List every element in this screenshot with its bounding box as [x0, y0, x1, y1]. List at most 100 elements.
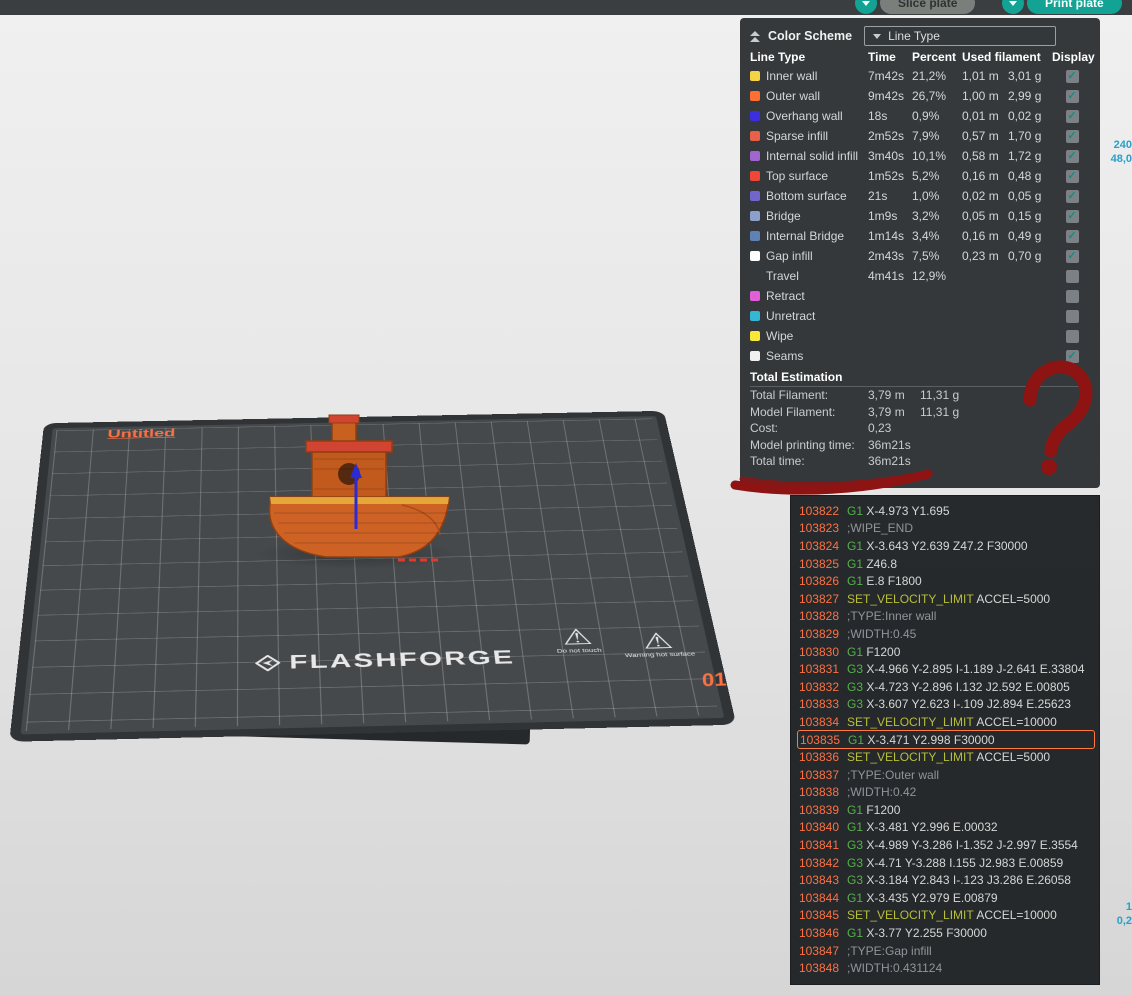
slice-plate-button[interactable]: Slice plate — [880, 0, 975, 14]
line-type-swatch — [750, 231, 760, 241]
gcode-line[interactable]: 103848;WIDTH:0.431124 — [797, 959, 1097, 977]
gcode-line-number: 103833 — [797, 697, 839, 711]
gcode-line[interactable]: 103824G1 X-3.643 Y2.639 Z47.2 F30000 — [797, 537, 1097, 555]
print-plate-button[interactable]: Print plate — [1027, 0, 1122, 14]
gcode-args: X-3.643 Y2.639 Z47.2 F30000 — [863, 539, 1028, 553]
display-checkbox[interactable]: ✓ — [1066, 110, 1079, 123]
legend-row: Bridge1m9s3,2%0,05 m0,15 g✓ — [750, 206, 1092, 226]
line-type-time: 2m43s — [868, 249, 912, 263]
gcode-line[interactable]: 103847;TYPE:Gap infill — [797, 942, 1097, 960]
gcode-line[interactable]: 103833G3 X-3.607 Y2.623 I-.109 J2.894 E.… — [797, 696, 1097, 714]
display-checkbox[interactable]: ✓ — [1066, 250, 1079, 263]
gcode-line[interactable]: 103837 ;TYPE:Outer wall — [797, 766, 1097, 784]
gcode-line[interactable]: 103845SET_VELOCITY_LIMIT ACCEL=10000 — [797, 907, 1097, 925]
line-type-time: 1m52s — [868, 169, 912, 183]
gcode-line[interactable]: 103839G1 F1200 — [797, 801, 1097, 819]
gcode-command: G1 — [847, 574, 863, 588]
line-type-swatch — [750, 111, 760, 121]
gcode-line-number: 103840 — [797, 820, 839, 834]
gcode-line[interactable]: 103823;WIPE_END — [797, 520, 1097, 538]
gcode-line[interactable]: 103841G3 X-4.989 Y-3.286 I-1.352 J-2.997… — [797, 836, 1097, 854]
display-checkbox[interactable] — [1066, 270, 1079, 283]
gcode-args: ACCEL=5000 — [974, 750, 1050, 764]
gcode-command: SET_VELOCITY_LIMIT — [847, 750, 974, 764]
print-plate-dropdown-button[interactable] — [1002, 0, 1024, 14]
gcode-command: G1 — [847, 820, 863, 834]
display-checkbox[interactable] — [1066, 290, 1079, 303]
plate-name-label[interactable]: Untitled — [107, 427, 175, 441]
line-type-time: 21s — [868, 189, 912, 203]
gcode-comment: ;TYPE:Outer wall — [847, 768, 939, 782]
gcode-viewer-panel[interactable]: 103822G1 X-4.973 Y1.695103823;WIPE_END10… — [790, 495, 1100, 985]
gcode-line[interactable]: 103834SET_VELOCITY_LIMIT ACCEL=10000 — [797, 713, 1097, 731]
plate-number-label: 01 — [701, 668, 727, 691]
line-type-label: Inner wall — [766, 69, 868, 83]
legend-row: Top surface1m52s5,2%0,16 m0,48 g✓ — [750, 166, 1092, 186]
display-checkbox[interactable] — [1066, 310, 1079, 323]
gcode-line[interactable]: 103827SET_VELOCITY_LIMIT ACCEL=5000 — [797, 590, 1097, 608]
gcode-line[interactable]: 103840G1 X-3.481 Y2.996 E.00032 — [797, 819, 1097, 837]
view-type-dropdown[interactable]: Line Type — [864, 26, 1056, 46]
gcode-line[interactable]: 103838;WIDTH:0.42 — [797, 784, 1097, 802]
display-checkbox[interactable] — [1066, 330, 1079, 343]
display-checkbox[interactable]: ✓ — [1066, 90, 1079, 103]
total-label: Model printing time: — [750, 438, 868, 452]
line-type-percent: 7,9% — [912, 129, 962, 143]
column-header-time: Time — [868, 50, 912, 64]
gcode-line-number: 103844 — [797, 891, 839, 905]
total-label: Total Filament: — [750, 388, 868, 402]
total-value: 36m21s — [868, 454, 920, 468]
gcode-args: ACCEL=10000 — [974, 715, 1057, 729]
display-checkbox[interactable]: ✓ — [1066, 210, 1079, 223]
gcode-line[interactable]: 103832G3 X-4.723 Y-2.896 I.132 J2.592 E.… — [797, 678, 1097, 696]
gcode-line[interactable]: 103842G3 X-4.71 Y-3.288 I.155 J2.983 E.0… — [797, 854, 1097, 872]
gcode-line-number: 103827 — [797, 592, 839, 606]
display-checkbox[interactable]: ✓ — [1066, 190, 1079, 203]
gcode-args: X-3.77 Y2.255 F30000 — [863, 926, 987, 940]
benchy-model[interactable] — [252, 411, 452, 569]
gcode-line[interactable]: 103836SET_VELOCITY_LIMIT ACCEL=5000 — [797, 748, 1097, 766]
gcode-comment: ;TYPE:Inner wall — [847, 609, 936, 623]
display-checkbox[interactable]: ✓ — [1066, 350, 1079, 363]
line-type-label: Outer wall — [766, 89, 868, 103]
gcode-command: G3 — [847, 873, 863, 887]
gcode-line-number: 103847 — [797, 944, 839, 958]
gcode-line-number: 103823 — [797, 521, 839, 535]
column-header-line-type: Line Type — [750, 50, 868, 64]
print-plate-group: Print plate — [1002, 0, 1122, 14]
display-checkbox[interactable]: ✓ — [1066, 150, 1079, 163]
gcode-line[interactable]: 103843G3 X-3.184 Y2.843 I-.123 J3.286 E.… — [797, 871, 1097, 889]
legend-column-headers: Line Type Time Percent Used filament Dis… — [750, 48, 1092, 66]
legend-row: Sparse infill2m52s7,9%0,57 m1,70 g✓ — [750, 126, 1092, 146]
gcode-line[interactable]: 103846G1 X-3.77 Y2.255 F30000 — [797, 924, 1097, 942]
gcode-line[interactable]: 103822G1 X-4.973 Y1.695 — [797, 502, 1097, 520]
gcode-line[interactable]: 103835G1 X-3.471 Y2.998 F30000 — [797, 730, 1095, 750]
flashforge-diamond-icon — [255, 654, 280, 671]
display-checkbox[interactable]: ✓ — [1066, 130, 1079, 143]
top-toolbar: Slice plate Print plate — [0, 0, 1132, 15]
gcode-comment: ;WIDTH:0.431124 — [847, 961, 942, 975]
line-type-percent: 21,2% — [912, 69, 962, 83]
display-checkbox[interactable]: ✓ — [1066, 70, 1079, 83]
collapse-panel-button[interactable] — [750, 31, 760, 42]
line-type-percent: 7,5% — [912, 249, 962, 263]
gcode-line-number: 103841 — [797, 838, 839, 852]
gcode-line-number: 103830 — [797, 645, 839, 659]
legend-row: Bottom surface21s1,0%0,02 m0,05 g✓ — [750, 186, 1092, 206]
right-edge-value-top: 240 48,0 — [1104, 138, 1132, 166]
chevron-up-icon — [750, 31, 760, 36]
display-checkbox[interactable]: ✓ — [1066, 170, 1079, 183]
gcode-command: G3 — [847, 680, 863, 694]
line-type-swatch — [750, 211, 760, 221]
gcode-line[interactable]: 103828;TYPE:Inner wall — [797, 608, 1097, 626]
gcode-line[interactable]: 103831G3 X-4.966 Y-2.895 I-1.189 J-2.641… — [797, 660, 1097, 678]
gcode-line[interactable]: 103826G1 E.8 F1800 — [797, 572, 1097, 590]
display-checkbox[interactable]: ✓ — [1066, 230, 1079, 243]
gcode-command: G3 — [847, 856, 863, 870]
gcode-line[interactable]: 103830G1 F1200 — [797, 643, 1097, 661]
gcode-line-number: 103837 — [797, 768, 839, 782]
slice-plate-dropdown-button[interactable] — [855, 0, 877, 14]
gcode-line[interactable]: 103844G1 X-3.435 Y2.979 E.00879 — [797, 889, 1097, 907]
gcode-line[interactable]: 103829;WIDTH:0.45 — [797, 625, 1097, 643]
gcode-line[interactable]: 103825G1 Z46.8 — [797, 555, 1097, 573]
